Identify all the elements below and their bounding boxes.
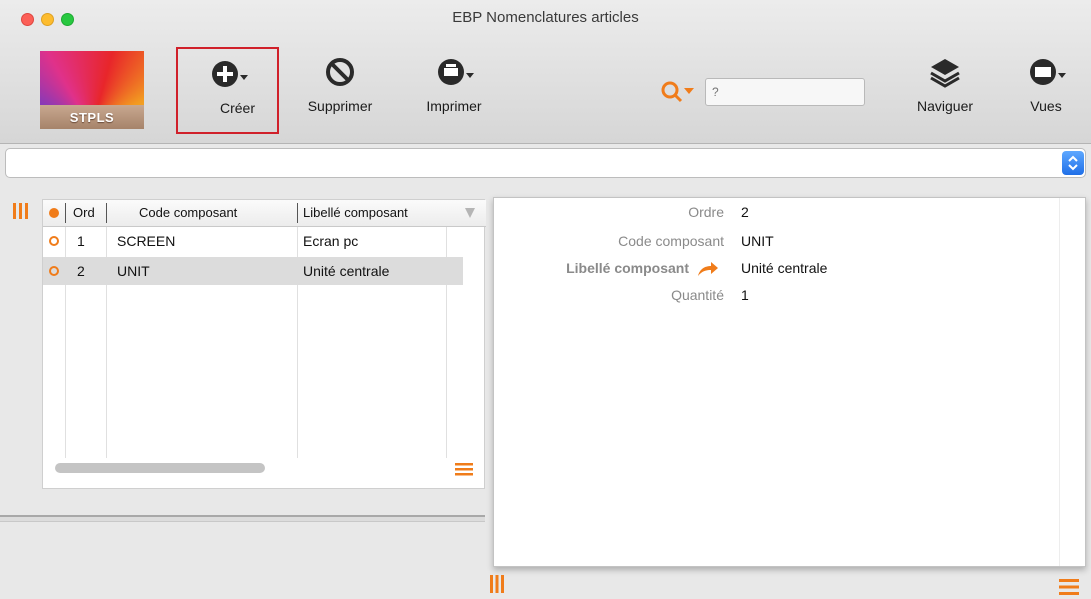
column-header-ord[interactable]: Ord [73,205,95,220]
link-arrow-icon[interactable] [696,260,720,278]
cell-ord: 1 [77,233,85,249]
printer-icon [438,59,474,85]
navigate-button[interactable]: Naviguer [905,56,985,114]
up-down-chevron-icon [1068,155,1078,171]
order-value: 2 [741,204,749,220]
search-control [656,76,866,108]
row-status-icon [49,236,59,246]
prohibited-icon [326,58,354,86]
company-logo: STPLS [40,51,144,129]
add-circle-icon [211,61,248,87]
table-row[interactable]: 2 UNIT Unité centrale [43,257,463,285]
selector-dropdown-button[interactable] [1062,151,1084,175]
cell-ord: 2 [77,263,85,279]
column-menu-icon[interactable] [463,206,477,220]
app-window: EBP Nomenclatures articles STPLS Créer S… [0,0,1091,599]
window-title: EBP Nomenclatures articles [452,9,639,26]
views-button-label: Vues [1030,98,1062,114]
row-status-icon [49,266,59,276]
table-row[interactable]: 1 SCREEN Ecran pc [43,227,463,255]
table-header: Ord Code composant Libellé composant [43,200,486,227]
hamburger-menu-icon[interactable] [1059,578,1079,596]
navigate-button-label: Naviguer [916,98,974,114]
toolbar-area: EBP Nomenclatures articles STPLS Créer S… [0,0,1091,144]
views-icon [1030,59,1066,85]
search-input[interactable] [705,78,865,106]
cell-libelle: Ecran pc [303,233,359,249]
drag-handle-icon[interactable] [12,202,30,220]
drag-handle-icon[interactable] [489,574,505,594]
logo-text: STPLS [69,110,115,125]
code-value: UNIT [741,233,774,249]
order-label: Ordre [688,204,724,220]
horizontal-scrollbar[interactable] [55,463,265,473]
hamburger-menu-icon[interactable] [455,462,473,476]
quantity-label: Quantité [671,287,724,303]
column-header-libelle[interactable]: Libellé composant [303,205,408,220]
cell-libelle: Unité centrale [303,263,390,279]
views-button[interactable]: Vues [1016,56,1076,114]
detail-panel: Ordre 2 Code composant UNIT Libellé comp… [493,197,1086,567]
delete-button[interactable]: Supprimer [297,56,383,114]
create-button-label: Créer [219,100,255,116]
delete-button-label: Supprimer [307,98,373,114]
code-label: Code composant [618,233,724,249]
search-icon[interactable] [656,80,704,104]
libelle-value: Unité centrale [741,260,828,276]
panel-splitter[interactable] [0,515,485,522]
cell-code: SCREEN [117,233,176,249]
nomenclature-selector[interactable] [5,148,1086,178]
quantity-value: 1 [741,287,749,303]
libelle-label: Libellé composant [566,260,689,276]
cell-code: UNIT [117,263,150,279]
layers-icon [930,59,960,88]
create-button[interactable]: Créer [176,47,279,134]
components-table: Ord Code composant Libellé composant 1 S… [42,199,486,489]
detail-scroll-track [1059,198,1085,566]
header-status-dot-icon [49,208,59,218]
print-button[interactable]: Imprimer [414,56,494,114]
column-header-code[interactable]: Code composant [139,205,237,220]
print-button-label: Imprimer [426,98,482,114]
